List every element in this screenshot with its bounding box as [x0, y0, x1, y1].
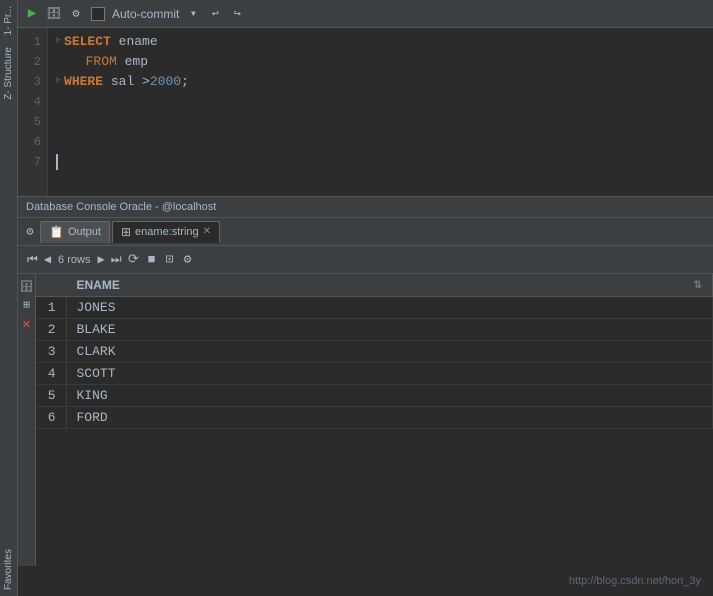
- code-line-6: [56, 132, 705, 152]
- ename-column-header[interactable]: ENAME ⇅: [66, 274, 713, 297]
- tab-output[interactable]: 📋 Output: [40, 221, 110, 243]
- col-ename: ename: [111, 32, 158, 52]
- undo-button[interactable]: ↩: [207, 6, 223, 22]
- settings-tab-icon[interactable]: ⚙: [22, 224, 38, 240]
- sidebar-tab-structure[interactable]: Z- Structure: [1, 41, 16, 106]
- dropdown-arrow[interactable]: ▾: [185, 6, 201, 22]
- top-toolbar: ▶ 🗄 ⚙ Auto-commit ▾ ↩ ↪: [18, 0, 713, 28]
- value-2000: 2000: [150, 72, 181, 92]
- ename-tab-label: ename:string: [135, 226, 199, 238]
- results-section: 🗄 ⊞ ✕ ENAME ⇅: [18, 274, 713, 596]
- run-button[interactable]: ▶: [24, 6, 40, 22]
- table-row: 2 BLAKE: [36, 319, 713, 341]
- table-settings-button[interactable]: ⚙: [179, 251, 197, 269]
- code-line-3: ⊢ WHERE sal > 2000 ;: [56, 72, 705, 92]
- editor-area: 1 2 3 4 5 6 7 ⊢ SELECT ename FROM emp ⊢ …: [18, 28, 713, 196]
- row-num-header: [36, 274, 66, 297]
- row-num-cell: 6: [36, 407, 66, 429]
- console-titlebar: Database Console Oracle - @localhost: [18, 196, 713, 218]
- table-emp: emp: [117, 52, 148, 72]
- rows-count: 6 rows: [58, 254, 90, 266]
- output-tabs-bar: ⚙ 📋 Output ⊞ ename:string ✕: [18, 218, 713, 246]
- sidebar-icon-1[interactable]: 🗄: [20, 280, 34, 294]
- ename-cell: SCOTT: [66, 363, 713, 385]
- row-num-cell: 2: [36, 319, 66, 341]
- fold-1: ⊢: [56, 32, 62, 52]
- tab-ename-string[interactable]: ⊞ ename:string ✕: [112, 221, 220, 243]
- ename-header-label: ENAME: [77, 278, 120, 292]
- data-table-container: ENAME ⇅ 1 JONES 2 BLAKE 3 CLARK 4 SCOTT …: [36, 274, 713, 596]
- ename-tab-icon: ⊞: [121, 225, 131, 239]
- sidebar-tab-favorites[interactable]: Favorites: [1, 543, 16, 596]
- sidebar-icon-red[interactable]: ✕: [22, 316, 30, 333]
- stop-button[interactable]: ■: [143, 251, 161, 269]
- last-row-button[interactable]: ⏭: [108, 251, 125, 269]
- sort-icon[interactable]: ⇅: [694, 280, 702, 291]
- code-line-5: [56, 112, 705, 132]
- row-num-cell: 3: [36, 341, 66, 363]
- console-title: Database Console Oracle - @localhost: [26, 201, 216, 213]
- line-numbers: 1 2 3 4 5 6 7: [18, 28, 48, 196]
- keyword-select: SELECT: [64, 32, 111, 52]
- table-row: 5 KING: [36, 385, 713, 407]
- ename-cell: JONES: [66, 297, 713, 319]
- commit-checkbox[interactable]: [90, 6, 106, 22]
- table-row: 1 JONES: [36, 297, 713, 319]
- condition-sal: sal >: [103, 72, 150, 92]
- keyword-where: WHERE: [64, 72, 103, 92]
- row-num-cell: 4: [36, 363, 66, 385]
- ename-cell: BLAKE: [66, 319, 713, 341]
- row-num-cell: 5: [36, 385, 66, 407]
- text-cursor: [56, 154, 58, 170]
- code-line-1: ⊢ SELECT ename: [56, 32, 705, 52]
- fold-2: [56, 52, 68, 72]
- table-row: 3 CLARK: [36, 341, 713, 363]
- ename-cell: KING: [66, 385, 713, 407]
- semicolon: ;: [181, 72, 189, 92]
- fold-3: ⊢: [56, 72, 62, 92]
- code-editor[interactable]: ⊢ SELECT ename FROM emp ⊢ WHERE sal > 20…: [48, 28, 713, 196]
- results-toolbar: ⏮ ◀ 6 rows ▶ ⏭ ⟳ ■ ⊡ ⚙: [18, 246, 713, 274]
- first-row-button[interactable]: ⏮: [24, 251, 41, 269]
- bottom-area: http://blog.csdn.net/hon_3y: [0, 566, 713, 596]
- export-button[interactable]: ⊡: [161, 251, 179, 269]
- output-tab-icon: 📋: [49, 225, 64, 239]
- gear-icon[interactable]: ⚙: [68, 6, 84, 22]
- output-tab-label: Output: [68, 226, 101, 238]
- sidebar-icon-2[interactable]: ⊞: [23, 298, 30, 312]
- code-line-4: [56, 92, 705, 112]
- refresh-button[interactable]: ⟳: [125, 251, 143, 269]
- results-table: ENAME ⇅ 1 JONES 2 BLAKE 3 CLARK 4 SCOTT …: [36, 274, 713, 429]
- row-num-cell: 1: [36, 297, 66, 319]
- code-line-2: FROM emp: [56, 52, 705, 72]
- table-row: 6 FORD: [36, 407, 713, 429]
- tab-close-button[interactable]: ✕: [203, 226, 211, 237]
- db-icon[interactable]: 🗄: [46, 6, 62, 22]
- results-left-sidebar: 🗄 ⊞ ✕: [18, 274, 36, 596]
- code-line-7: [56, 152, 705, 172]
- ename-cell: FORD: [66, 407, 713, 429]
- sidebar-tab-project[interactable]: 1- Pr...: [1, 0, 16, 41]
- keyword-from: FROM: [70, 52, 117, 72]
- auto-commit-label: Auto-commit: [112, 7, 179, 21]
- far-left-sidebar: 1- Pr... Z- Structure Favorites: [0, 0, 18, 596]
- table-row: 4 SCOTT: [36, 363, 713, 385]
- watermark-text: http://blog.csdn.net/hon_3y: [569, 575, 701, 587]
- ename-cell: CLARK: [66, 341, 713, 363]
- prev-row-button[interactable]: ◀: [41, 250, 54, 269]
- next-row-button[interactable]: ▶: [94, 250, 107, 269]
- redo-button[interactable]: ↪: [229, 6, 245, 22]
